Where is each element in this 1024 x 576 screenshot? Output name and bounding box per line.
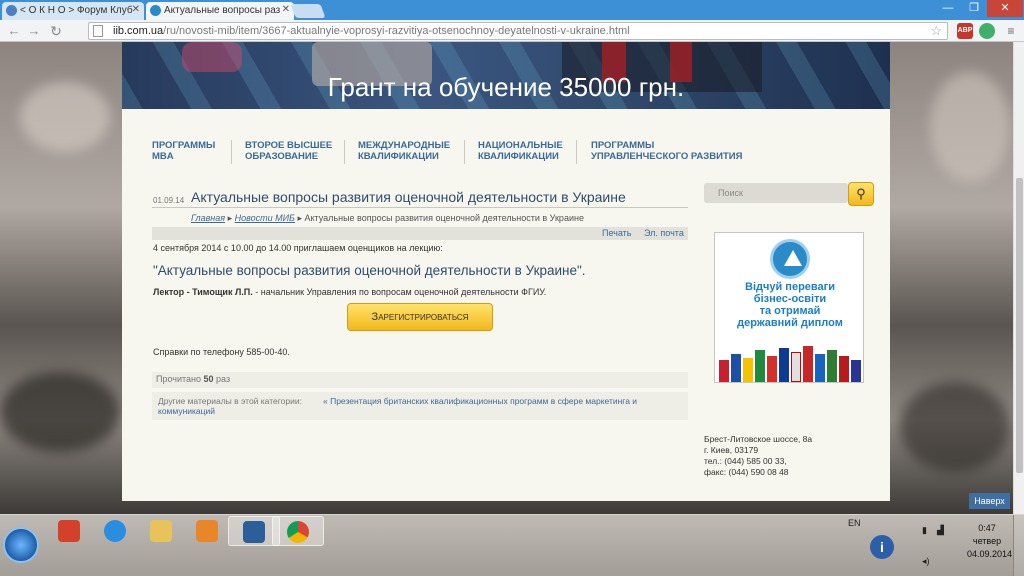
contact-address: Брест-Литовское шоссе, 8а г. Киев, 03179 т…: [704, 434, 813, 477]
tab-favicon-icon: [150, 5, 161, 16]
scroll-top-button[interactable]: Наверх: [969, 493, 1010, 509]
show-desktop-button[interactable]: [1013, 515, 1024, 576]
clock[interactable]: 0:47 четвер 04.09.2014: [967, 522, 1012, 561]
menu-icon[interactable]: ≡: [1003, 23, 1019, 39]
close-window-icon[interactable]: ✕: [987, 0, 1023, 17]
breadcrumb-home-link[interactable]: Главная: [191, 213, 225, 223]
menu-item-international[interactable]: МЕЖДУНАРОДНЫЕ КВАЛИФИКАЦИИ: [358, 140, 450, 162]
taskbar-ie[interactable]: [90, 516, 142, 546]
menu-item-national[interactable]: НАЦИОНАЛЬНЫЕ КВАЛИФИКАЦИИ: [478, 140, 563, 162]
menu-divider: [576, 140, 577, 164]
phone-info: Справки по телефону 585-00-40.: [153, 347, 290, 357]
menu-item-management[interactable]: ПРОГРАММЫ УПРАВЛЕНЧЕСКОГО РАЗВИТИЯ: [591, 140, 742, 162]
breadcrumb-current: Актуальные вопросы развития оценочной де…: [304, 213, 584, 223]
tab-label: Актуальные вопросы раз: [164, 5, 281, 16]
read-counter: Прочитано 50 раз: [152, 372, 688, 388]
network-icon[interactable]: ▟: [937, 525, 947, 535]
info-icon[interactable]: i: [870, 535, 894, 559]
tab-article[interactable]: Актуальные вопросы раз ✕: [146, 2, 294, 20]
menu-item-second-degree[interactable]: ВТОРОЕ ВЫСШЕЕ ОБРАЗОВАНИЕ: [245, 140, 332, 162]
address-bar[interactable]: iib.com.ua/ru/novosti-mib/item/3667-aktu…: [88, 22, 948, 40]
article-quote: "Актуальные вопросы развития оценочной д…: [153, 263, 586, 278]
browser-toolbar: ← → ↻ iib.com.ua/ru/novosti-mib/item/366…: [0, 20, 1024, 42]
new-tab-button[interactable]: [290, 4, 326, 18]
article-lector: Лектор - Тимощик Л.П. - начальник Управл…: [153, 287, 547, 297]
page-icon: [93, 25, 103, 37]
back-icon[interactable]: ←: [6, 23, 22, 39]
breadcrumb-separator: ▸: [227, 213, 233, 223]
start-button[interactable]: [3, 527, 39, 563]
reload-icon[interactable]: ↻: [48, 23, 64, 39]
breadcrumb-separator: ▸: [297, 213, 302, 223]
tab-close-icon[interactable]: ✕: [132, 4, 140, 15]
browser-tab-strip: < О К Н О > Форум Клуб ✕ Актуальные вопр…: [0, 0, 1024, 20]
forward-icon[interactable]: →: [26, 23, 42, 39]
language-indicator[interactable]: EN: [848, 518, 861, 528]
ad-banner[interactable]: Відчуй переваги бізнес-освіти та отримай де…: [714, 232, 864, 383]
taskbar-folder[interactable]: [136, 516, 188, 546]
minimize-icon[interactable]: —: [935, 0, 961, 17]
ad-text: Відчуй переваги бізнес-освіти та отримай де…: [737, 281, 843, 329]
folder-icon: [150, 520, 172, 542]
taskbar-chrome[interactable]: [272, 516, 324, 546]
chrome-icon: [287, 521, 309, 543]
search-button[interactable]: ⚲: [848, 182, 874, 206]
tab-forum[interactable]: < О К Н О > Форум Клуб ✕: [2, 2, 144, 20]
banner-title: Грант на обучение 35000 грн.: [327, 72, 685, 102]
article-title: Актуальные вопросы развития оценочной де…: [191, 189, 626, 205]
scrollbar-thumb[interactable]: [1016, 178, 1023, 473]
flags-image: [715, 344, 863, 382]
breadcrumb: Главная ▸ Новости МИБ ▸ Актуальные вопро…: [191, 213, 584, 224]
maximize-icon[interactable]: ❐: [961, 0, 987, 17]
app-icon: [58, 520, 80, 542]
page-scrollbar[interactable]: [1013, 42, 1024, 514]
email-link[interactable]: Эл. почта: [644, 228, 684, 238]
ie-icon: [104, 520, 126, 542]
register-button[interactable]: Зарегистрироваться: [347, 303, 493, 331]
adblock-icon[interactable]: ABP: [957, 23, 973, 39]
menu-divider: [464, 140, 465, 164]
print-link[interactable]: Печать: [602, 228, 631, 238]
battery-icon[interactable]: ▮: [922, 525, 932, 535]
site-content: ПРОГРАММЫ MBA ВТОРОЕ ВЫСШЕЕ ОБРАЗОВАНИЕ МЕ…: [122, 109, 890, 501]
taskbar-media[interactable]: [182, 516, 234, 546]
article-intro: 4 сентября 2014 с 10.00 до 14.00 приглаш…: [153, 243, 443, 253]
taskbar-explorer-app[interactable]: [44, 516, 96, 546]
bookmark-star-icon[interactable]: ☆: [930, 23, 942, 39]
menu-item-mba[interactable]: ПРОГРАММЫ MBA: [152, 140, 215, 162]
institute-logo-icon: [770, 239, 810, 279]
extension-icon[interactable]: [979, 23, 995, 39]
search-icon: ⚲: [856, 186, 866, 201]
tab-favicon-icon: [6, 5, 17, 16]
menu-divider: [344, 140, 345, 164]
other-materials: Другие материалы в этой категории: « През…: [152, 392, 688, 420]
banner[interactable]: Грант на обучение 35000 грн.: [122, 42, 890, 109]
breadcrumb-section-link[interactable]: Новости МИБ: [235, 213, 295, 223]
media-icon: [196, 520, 218, 542]
tab-label: < О К Н О > Форум Клуб: [20, 5, 133, 16]
volume-icon[interactable]: ◂): [922, 556, 932, 566]
url-text: iib.com.ua/ru/novosti-mib/item/3667-aktu…: [113, 25, 630, 37]
article-date: 01.09.14: [153, 196, 185, 205]
tab-close-icon[interactable]: ✕: [282, 4, 290, 15]
search-input[interactable]: Поиск: [704, 183, 848, 203]
divider: [152, 207, 688, 208]
hp-icon: [243, 521, 265, 543]
menu-divider: [231, 140, 232, 164]
